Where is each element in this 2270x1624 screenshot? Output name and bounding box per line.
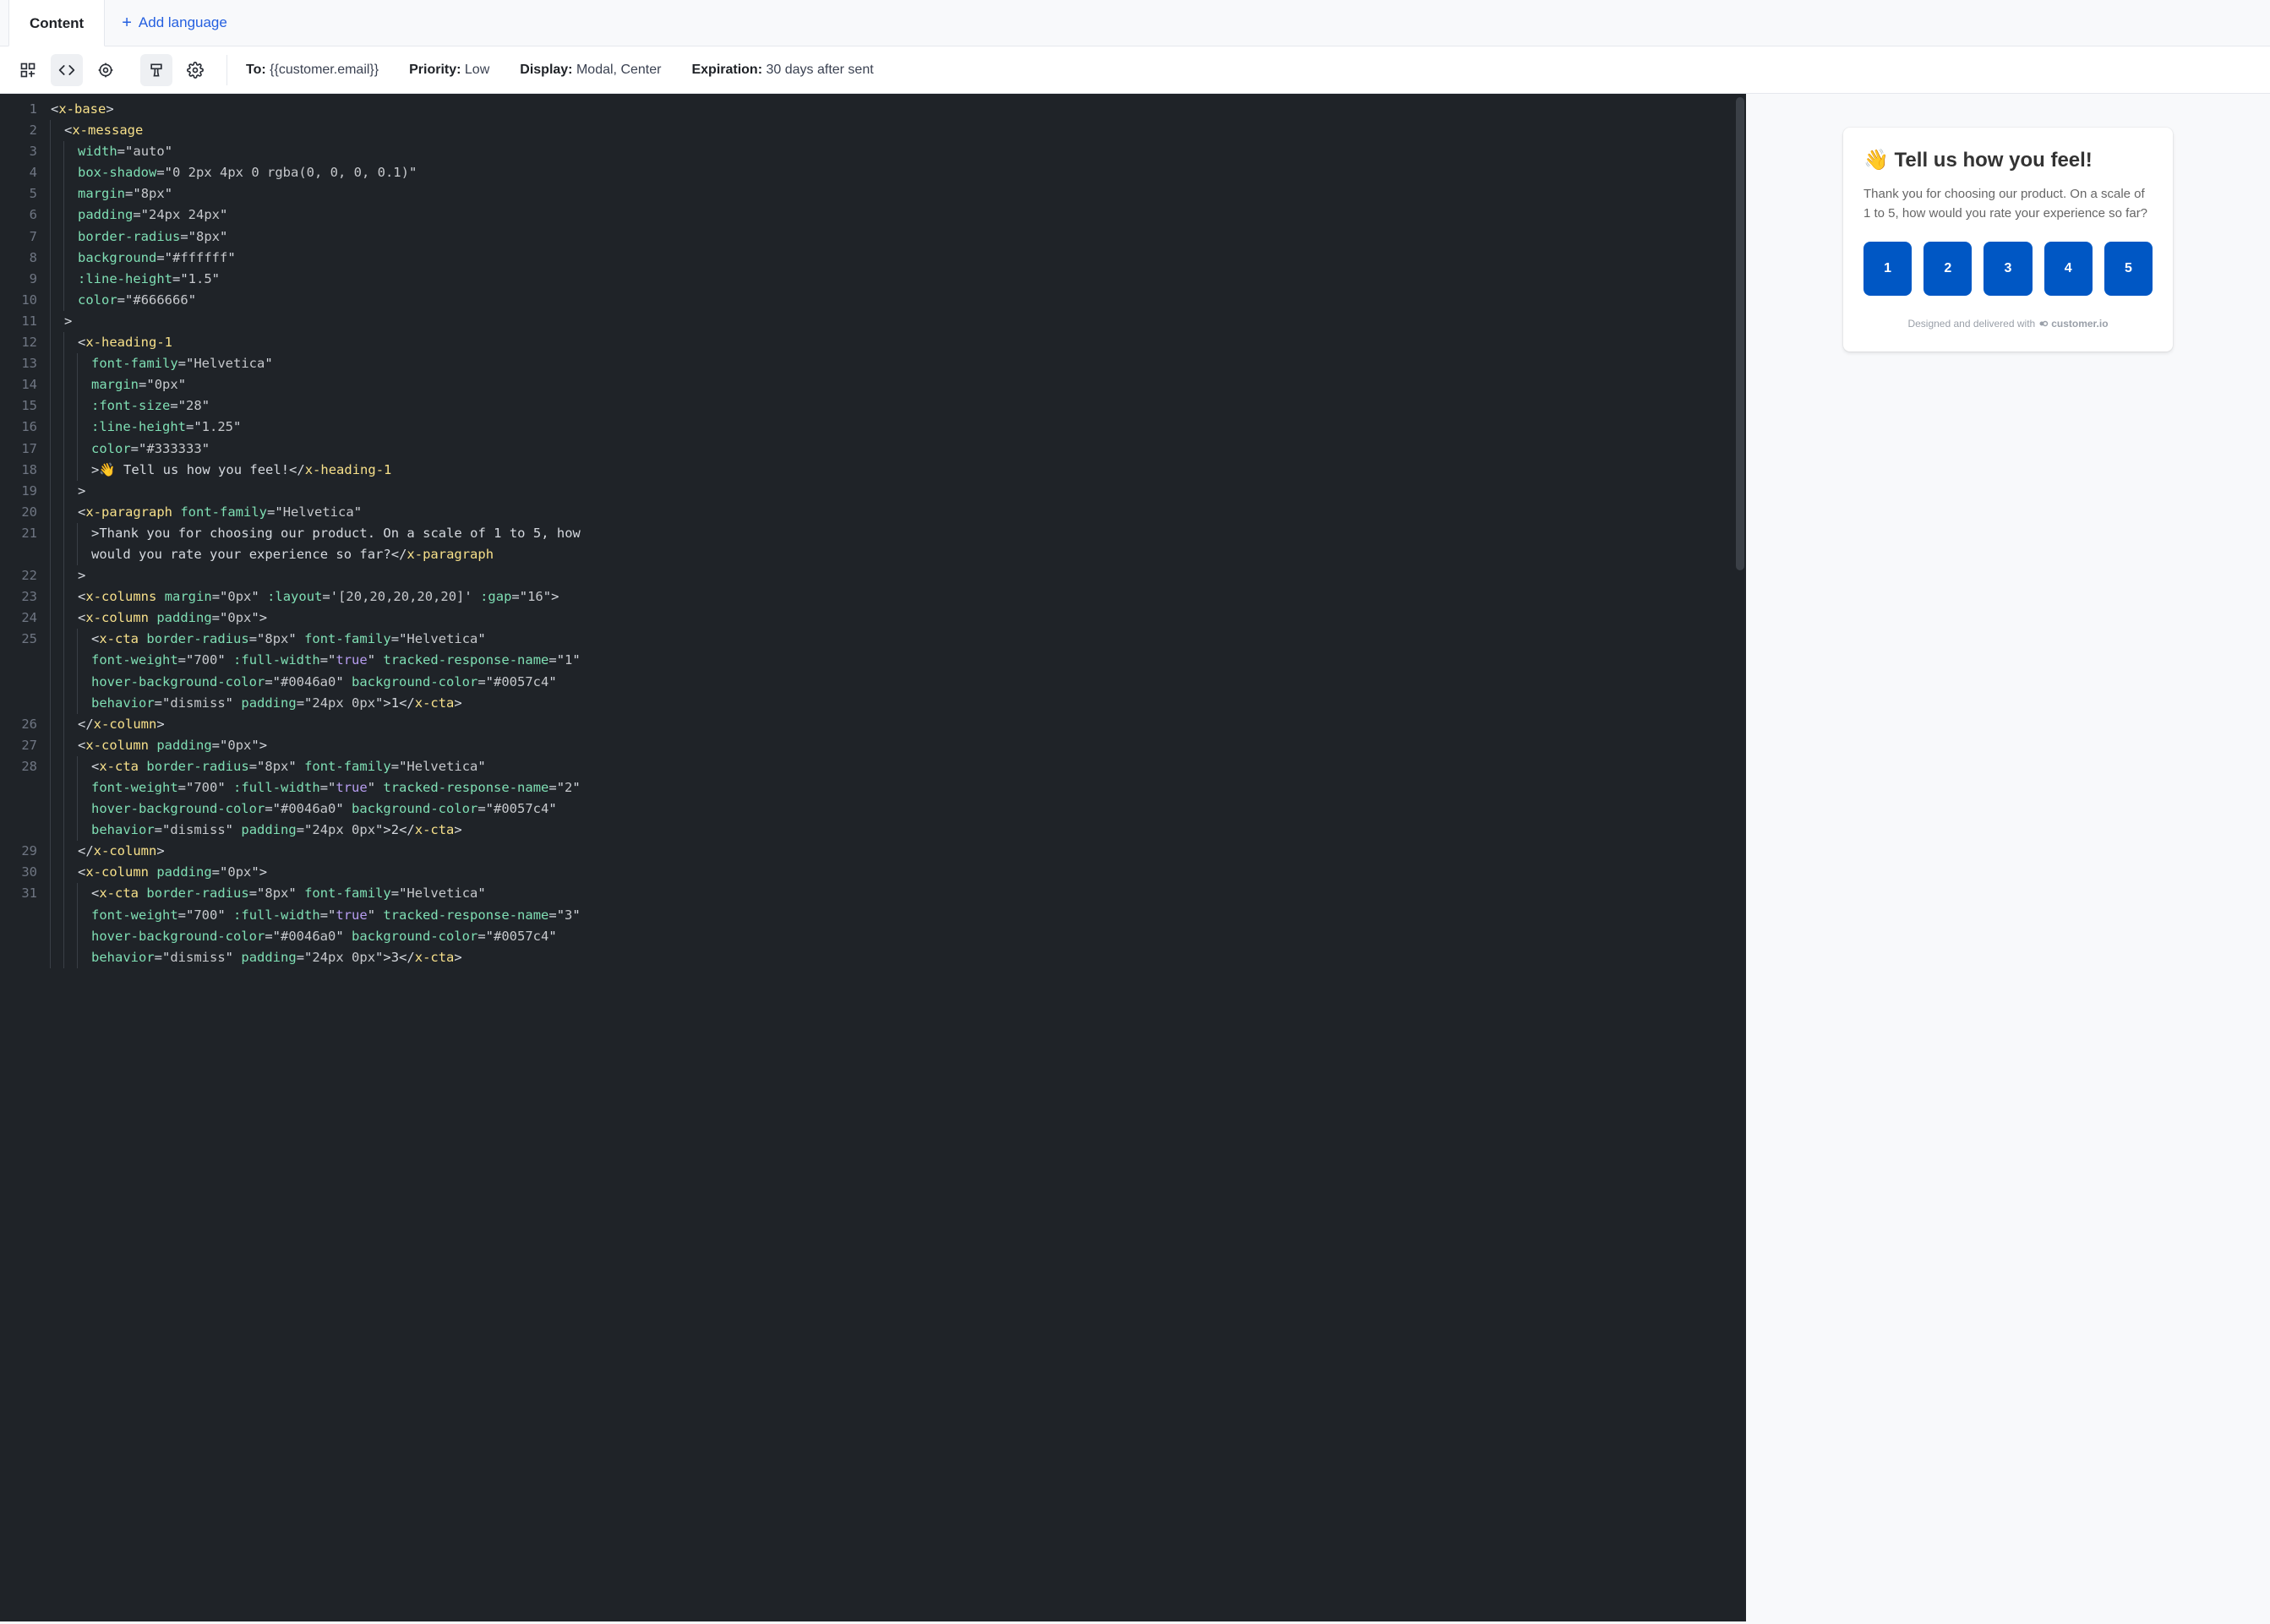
code-line[interactable]: margin="0px" — [49, 374, 581, 395]
preview-card: 👋 Tell us how you feel! Thank you for ch… — [1843, 128, 2173, 352]
meta-display-value: Modal, Center — [576, 63, 662, 77]
code-line[interactable]: <x-cta border-radius="8px" font-family="… — [49, 629, 581, 650]
code-icon[interactable] — [51, 54, 83, 86]
preview-ctas: 1 2 3 4 5 — [1863, 242, 2153, 296]
meta-priority-value: Low — [465, 63, 489, 77]
code-line[interactable]: <x-cta border-radius="8px" font-family="… — [49, 883, 581, 904]
preview-cta-5[interactable]: 5 — [2104, 242, 2153, 296]
code-line[interactable]: hover-background-color="#0046a0" backgro… — [49, 798, 581, 820]
add-language-button[interactable]: + Add language — [105, 14, 244, 33]
content-area: 1234567891011121314151617181920212223242… — [0, 94, 2270, 1621]
code-line[interactable]: :line-height="1.5" — [49, 269, 581, 290]
code-line[interactable]: font-weight="700" :full-width="true" tra… — [49, 777, 581, 798]
preview-footer: Designed and delivered with customer.io — [1863, 316, 2153, 331]
code-line[interactable]: padding="24px 24px" — [49, 204, 581, 226]
meta-display-label: Display: — [520, 63, 572, 77]
add-language-label: Add language — [139, 14, 227, 31]
code-line[interactable]: width="auto" — [49, 141, 581, 162]
code-line[interactable]: would you rate your experience so far?</… — [49, 544, 581, 565]
code-line[interactable]: behavior="dismiss" padding="24px 0px">1<… — [49, 693, 581, 714]
meta-priority[interactable]: Priority: Low — [409, 63, 489, 78]
code-line[interactable]: hover-background-color="#0046a0" backgro… — [49, 926, 581, 947]
preview-paragraph: Thank you for choosing our product. On a… — [1863, 185, 2153, 223]
code-body[interactable]: <x-base><x-messagewidth="auto"box-shadow… — [49, 94, 581, 1621]
brush-icon[interactable] — [140, 54, 172, 86]
code-line[interactable]: font-weight="700" :full-width="true" tra… — [49, 650, 581, 671]
code-line[interactable]: </x-column> — [49, 841, 581, 862]
plus-icon: + — [122, 14, 132, 33]
customerio-logo-icon — [2038, 319, 2049, 329]
meta-to-label: To: — [246, 63, 266, 77]
code-line[interactable]: <x-cta border-radius="8px" font-family="… — [49, 756, 581, 777]
code-line[interactable]: font-weight="700" :full-width="true" tra… — [49, 905, 581, 926]
code-line[interactable]: > — [49, 565, 581, 586]
code-line[interactable]: background="#ffffff" — [49, 248, 581, 269]
code-line[interactable]: > — [49, 481, 581, 502]
tab-content-label: Content — [30, 15, 84, 31]
code-line[interactable]: hover-background-color="#0046a0" backgro… — [49, 672, 581, 693]
code-line[interactable]: <x-column padding="0px"> — [49, 608, 581, 629]
code-line[interactable]: behavior="dismiss" padding="24px 0px">2<… — [49, 820, 581, 841]
meta-display[interactable]: Display: Modal, Center — [520, 63, 661, 78]
code-line[interactable]: <x-base> — [49, 99, 581, 120]
code-line[interactable]: > — [49, 311, 581, 332]
meta-expiration-value: 30 days after sent — [766, 63, 873, 77]
code-line[interactable]: <x-heading-1 — [49, 332, 581, 353]
tab-content[interactable]: Content — [8, 0, 105, 46]
preview-panel: 👋 Tell us how you feel! Thank you for ch… — [1746, 94, 2270, 1621]
code-line[interactable]: border-radius="8px" — [49, 226, 581, 248]
code-line[interactable]: :font-size="28" — [49, 395, 581, 417]
code-line[interactable]: <x-columns margin="0px" :layout='[20,20,… — [49, 586, 581, 608]
preview-cta-2[interactable]: 2 — [1923, 242, 1972, 296]
preview-heading: 👋 Tell us how you feel! — [1863, 148, 2153, 173]
code-line[interactable]: >👋 Tell us how you feel!</x-heading-1 — [49, 460, 581, 481]
meta-to-value: {{customer.email}} — [270, 63, 379, 77]
code-line[interactable]: behavior="dismiss" padding="24px 0px">3<… — [49, 947, 581, 968]
tabs-row: Content + Add language — [0, 0, 2270, 46]
code-line[interactable]: color="#666666" — [49, 290, 581, 311]
target-icon[interactable] — [90, 54, 122, 86]
code-line[interactable]: <x-paragraph font-family="Helvetica" — [49, 502, 581, 523]
code-line[interactable]: <x-column padding="0px"> — [49, 862, 581, 883]
preview-cta-1[interactable]: 1 — [1863, 242, 1912, 296]
preview-cta-4[interactable]: 4 — [2044, 242, 2093, 296]
code-line[interactable]: >Thank you for choosing our product. On … — [49, 523, 581, 544]
preview-footer-brand-text: customer.io — [2051, 316, 2108, 331]
code-line[interactable]: box-shadow="0 2px 4px 0 rgba(0, 0, 0, 0.… — [49, 162, 581, 183]
components-icon[interactable] — [12, 54, 44, 86]
toolbar-divider — [226, 55, 227, 85]
code-line[interactable]: <x-message — [49, 120, 581, 141]
toolbar: To: {{customer.email}} Priority: Low Dis… — [0, 46, 2270, 94]
code-editor[interactable]: 1234567891011121314151617181920212223242… — [0, 94, 1746, 1621]
meta-expiration-label: Expiration: — [691, 63, 762, 77]
preview-cta-3[interactable]: 3 — [1984, 242, 2032, 296]
meta-to[interactable]: To: {{customer.email}} — [246, 63, 379, 78]
preview-footer-text: Designed and delivered with — [1907, 316, 2035, 331]
meta-expiration[interactable]: Expiration: 30 days after sent — [691, 63, 873, 78]
gear-icon[interactable] — [179, 54, 211, 86]
meta-priority-label: Priority: — [409, 63, 461, 77]
preview-footer-brand[interactable]: customer.io — [2038, 316, 2108, 331]
code-line[interactable]: <x-column padding="0px"> — [49, 735, 581, 756]
code-line[interactable]: </x-column> — [49, 714, 581, 735]
code-line[interactable]: color="#333333" — [49, 439, 581, 460]
meta-group: To: {{customer.email}} Priority: Low Dis… — [246, 63, 874, 78]
line-gutter: 1234567891011121314151617181920212223242… — [0, 94, 49, 1621]
code-line[interactable]: :line-height="1.25" — [49, 417, 581, 438]
code-line[interactable]: margin="8px" — [49, 183, 581, 204]
code-line[interactable]: font-family="Helvetica" — [49, 353, 581, 374]
